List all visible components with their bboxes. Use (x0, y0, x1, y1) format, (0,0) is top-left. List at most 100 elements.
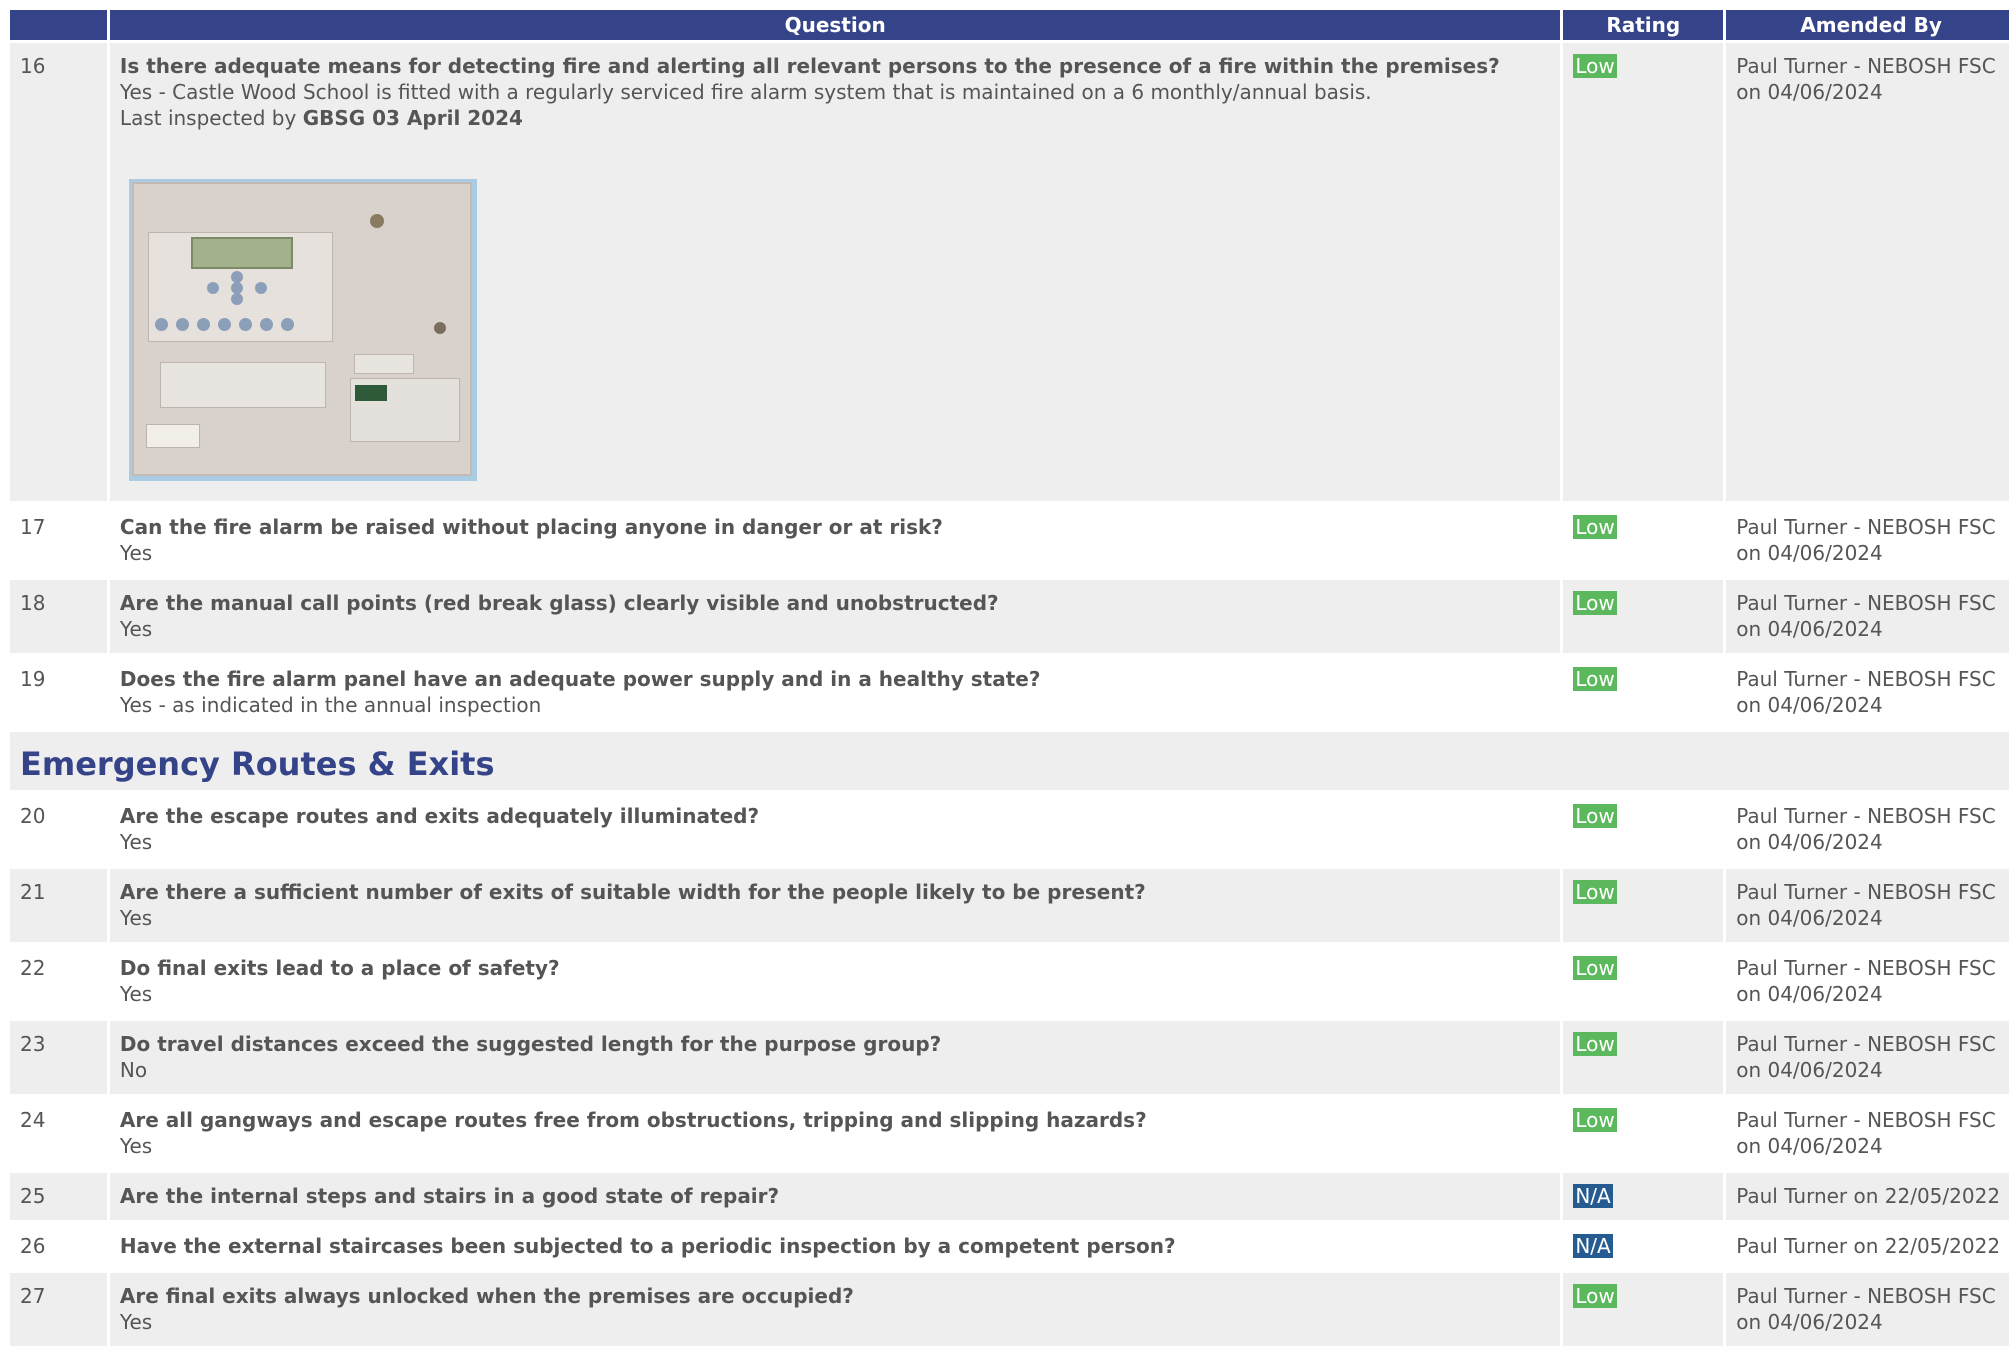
amended-by-date: on 04/06/2024 (1736, 1134, 1883, 1158)
rating-cell: Low (1563, 504, 1724, 577)
answer-text: Yes - as indicated in the annual inspect… (119, 693, 542, 717)
question-number: 18 (10, 580, 107, 653)
table-row: 25 Are the internal steps and stairs in a… (10, 1173, 2009, 1220)
amended-by-cell: Paul Turner - NEBOSH FSC on 04/06/2024 (1726, 1021, 2009, 1094)
question-cell: Do final exits lead to a place of safety… (109, 945, 1561, 1018)
answer-text: Yes (119, 830, 153, 854)
question-number: 21 (10, 869, 107, 942)
amended-by-cell: Paul Turner on 22/05/2022 (1726, 1173, 2009, 1220)
amended-by-date: on 04/06/2024 (1736, 1058, 1883, 1082)
amended-by-name: Paul Turner - NEBOSH FSC (1736, 1284, 1996, 1308)
question-number: 27 (10, 1273, 107, 1346)
amended-by-name: Paul Turner - NEBOSH FSC (1736, 956, 1996, 980)
rating-badge: Low (1573, 804, 1617, 828)
question-cell: Are there a sufficient number of exits o… (109, 869, 1561, 942)
question-text: Does the fire alarm panel have an adequa… (119, 667, 1041, 691)
amended-by-cell: Paul Turner on 22/05/2022 (1726, 1223, 2009, 1270)
rating-badge: Low (1573, 54, 1617, 78)
amended-by-date: on 04/06/2024 (1736, 982, 1883, 1006)
question-text: Do travel distances exceed the suggested… (119, 1032, 942, 1056)
rating-cell: Low (1563, 1273, 1724, 1346)
question-text: Is there adequate means for detecting fi… (119, 54, 1500, 78)
amended-by-cell: Paul Turner - NEBOSH FSC on 04/06/2024 (1726, 1273, 2009, 1346)
header-question: Question (109, 10, 1561, 40)
question-text: Are final exits always unlocked when the… (119, 1284, 854, 1308)
question-text: Are all gangways and escape routes free … (119, 1108, 1147, 1132)
rating-cell: Low (1563, 580, 1724, 653)
table-row: 19 Does the fire alarm panel have an adeq… (10, 656, 2009, 729)
amended-by-name: Paul Turner on 22/05/2022 (1736, 1184, 2001, 1208)
amended-by-name: Paul Turner - NEBOSH FSC (1736, 591, 1996, 615)
table-row: 22 Do final exits lead to a place of safe… (10, 945, 2009, 1018)
table-row: 20 Are the escape routes and exits adequa… (10, 793, 2009, 866)
question-cell: Does the fire alarm panel have an adequa… (109, 656, 1561, 729)
rating-badge: Low (1573, 1284, 1617, 1308)
lcd-display (190, 237, 293, 269)
amended-by-date: on 04/06/2024 (1736, 830, 1883, 854)
answer-text: No (119, 1058, 148, 1082)
amended-by-name: Paul Turner on 22/05/2022 (1736, 1234, 2001, 1258)
amended-by-cell: Paul Turner - NEBOSH FSC on 04/06/2024 (1726, 504, 2009, 577)
question-cell: Are the escape routes and exits adequate… (109, 793, 1561, 866)
rating-cell: Low (1563, 43, 1724, 501)
amended-by-cell: Paul Turner - NEBOSH FSC on 04/06/2024 (1726, 580, 2009, 653)
answer-text: Yes (119, 982, 153, 1006)
header-number (10, 10, 107, 40)
rating-cell: Low (1563, 793, 1724, 866)
inspection-note: Last inspected by GBSG 03 April 2024 (120, 105, 1550, 131)
rating-badge: Low (1573, 667, 1617, 691)
question-number: 25 (10, 1173, 107, 1220)
rating-badge: Low (1573, 591, 1617, 615)
table-row: 21 Are there a sufficient number of exits… (10, 869, 2009, 942)
header-amended-by: Amended By (1726, 10, 2009, 40)
answer-text: Yes (119, 906, 153, 930)
answer-text: Yes (119, 541, 153, 565)
question-number: 19 (10, 656, 107, 729)
table-row: 26 Have the external staircases been subj… (10, 1223, 2009, 1270)
rating-cell: N/A (1563, 1173, 1724, 1220)
question-text: Are the manual call points (red break gl… (119, 591, 999, 615)
question-cell: Have the external staircases been subjec… (109, 1223, 1561, 1270)
fire-alarm-panel-photo (128, 179, 477, 481)
amended-by-cell: Paul Turner - NEBOSH FSC on 04/06/2024 (1726, 43, 2009, 501)
question-number: 24 (10, 1097, 107, 1170)
table-row: 16 Is there adequate means for detecting … (10, 43, 2009, 501)
amended-by-cell: Paul Turner - NEBOSH FSC on 04/06/2024 (1726, 869, 2009, 942)
table-row: 17 Can the fire alarm be raised without p… (10, 504, 2009, 577)
amended-by-cell: Paul Turner - NEBOSH FSC on 04/06/2024 (1726, 1097, 2009, 1170)
question-text: Do final exits lead to a place of safety… (119, 956, 560, 980)
question-text: Are the internal steps and stairs in a g… (119, 1184, 780, 1208)
answer-text: Yes (119, 1310, 153, 1334)
alarm-panel-image (131, 182, 472, 476)
inspection-prefix: Last inspected by (119, 106, 303, 130)
rating-badge: Low (1573, 515, 1617, 539)
amended-by-date: on 04/06/2024 (1736, 617, 1883, 641)
amended-by-cell: Paul Turner - NEBOSH FSC on 04/06/2024 (1726, 656, 2009, 729)
table-row: 18 Are the manual call points (red break … (10, 580, 2009, 653)
question-number: 17 (10, 504, 107, 577)
amended-by-date: on 04/06/2024 (1736, 906, 1883, 930)
question-cell: Are the manual call points (red break gl… (109, 580, 1561, 653)
amended-by-name: Paul Turner - NEBOSH FSC (1736, 1032, 1996, 1056)
table-header-row: Question Rating Amended By (10, 10, 2009, 40)
amended-by-date: on 04/06/2024 (1736, 1310, 1883, 1334)
rating-cell: Low (1563, 1097, 1724, 1170)
table-row: 24 Are all gangways and escape routes fre… (10, 1097, 2009, 1170)
question-number: 16 (10, 43, 107, 501)
table-row: 27 Are final exits always unlocked when t… (10, 1273, 2009, 1346)
question-text: Are there a sufficient number of exits o… (119, 880, 1146, 904)
amended-by-cell: Paul Turner - NEBOSH FSC on 04/06/2024 (1726, 793, 2009, 866)
rating-badge: Low (1573, 1108, 1617, 1132)
amended-by-date: on 04/06/2024 (1736, 693, 1883, 717)
rating-badge: Low (1573, 956, 1617, 980)
amended-by-name: Paul Turner - NEBOSH FSC (1736, 804, 1996, 828)
question-cell: Are all gangways and escape routes free … (109, 1097, 1561, 1170)
question-text: Can the fire alarm be raised without pla… (119, 515, 943, 539)
amended-by-date: on 04/06/2024 (1736, 80, 1883, 104)
amended-by-cell: Paul Turner - NEBOSH FSC on 04/06/2024 (1726, 945, 2009, 1018)
rating-cell: Low (1563, 945, 1724, 1018)
inspection-detail: GBSG 03 April 2024 (302, 106, 523, 130)
gbsg-logo (354, 385, 387, 401)
rating-cell: Low (1563, 656, 1724, 729)
question-cell: Do travel distances exceed the suggested… (109, 1021, 1561, 1094)
